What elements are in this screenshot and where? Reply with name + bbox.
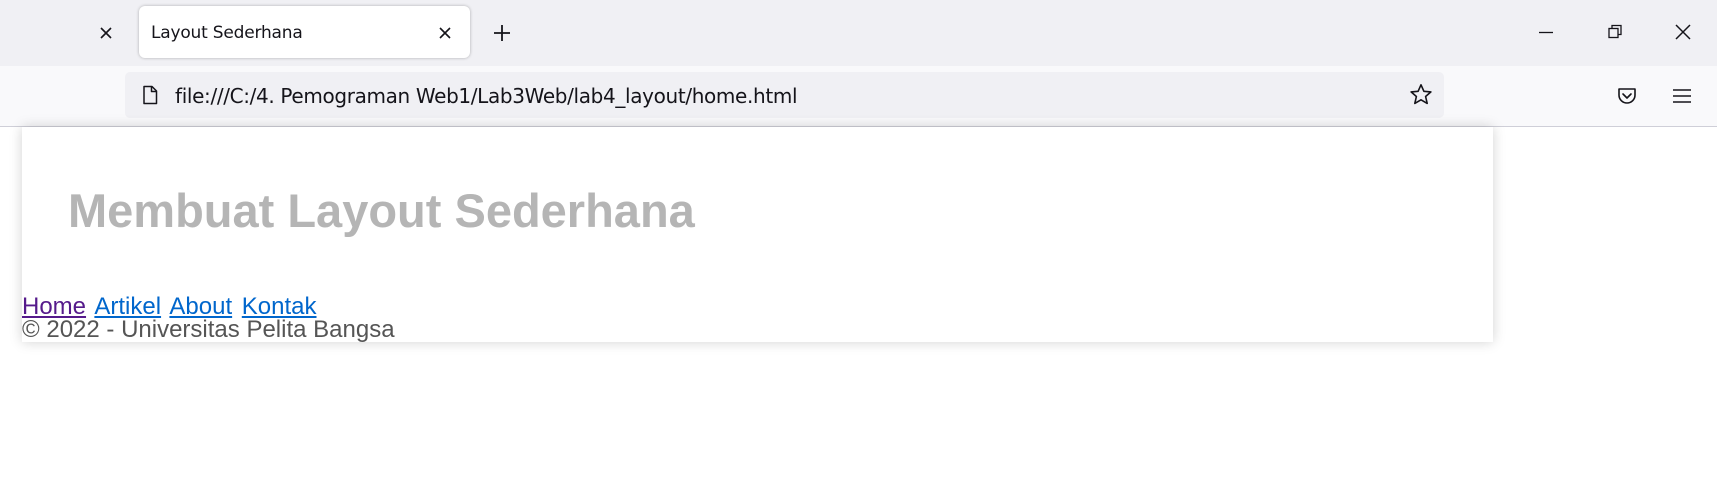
page-title: Membuat Layout Sederhana (68, 184, 695, 237)
address-bar[interactable]: file:///C:/4. Pemograman Web1/Lab3Web/la… (125, 72, 1444, 118)
close-icon[interactable] (435, 23, 455, 43)
star-icon[interactable] (1408, 82, 1434, 108)
tab-title: Layout Sederhana (151, 23, 303, 43)
url-text[interactable]: file:///C:/4. Pemograman Web1/Lab3Web/la… (175, 84, 798, 108)
restore-icon[interactable] (1603, 20, 1627, 44)
navigation-toolbar: file:///C:/4. Pemograman Web1/Lab3Web/la… (0, 66, 1717, 127)
site-header: Membuat Layout Sederhana (68, 183, 695, 238)
tab-active[interactable]: Layout Sederhana (139, 6, 470, 58)
pocket-icon[interactable] (1615, 84, 1639, 108)
plus-icon[interactable] (491, 22, 513, 44)
hamburger-menu-icon[interactable] (1670, 84, 1694, 108)
tab-inactive[interactable] (0, 6, 130, 60)
page-container: Membuat Layout Sederhana Home Artikel Ab… (22, 127, 1493, 343)
close-icon[interactable] (1671, 20, 1695, 44)
tab-strip: Layout Sederhana (0, 0, 1717, 66)
browser-window: Layout Sederhana file:///C:/4. Pemograma… (0, 0, 1717, 493)
close-icon[interactable] (96, 23, 116, 43)
site-footer: © 2022 - Universitas Pelita Bangsa (22, 316, 395, 343)
minimize-icon[interactable] (1534, 20, 1558, 44)
page-icon[interactable] (139, 84, 161, 106)
page-viewport: Membuat Layout Sederhana Home Artikel Ab… (0, 127, 1717, 493)
